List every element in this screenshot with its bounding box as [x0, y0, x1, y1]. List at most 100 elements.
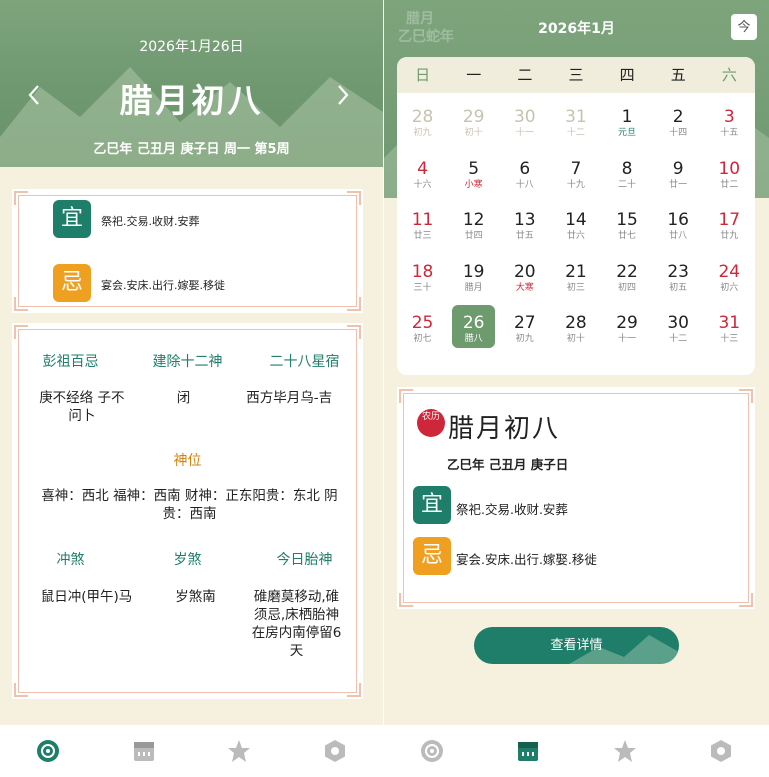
weekday-label: 四: [619, 66, 635, 84]
lunar-day: 十五: [720, 128, 739, 138]
lunar-day: 十六: [413, 179, 432, 190]
nongli-badge: 农历: [417, 409, 445, 437]
day-cell[interactable]: 23 初五: [653, 262, 704, 314]
day-grid: 28 初九 29 初十 30 十一 31 十二 1 元旦 2 十四 3 十五 4 十六 5 小寒 6 十八 7 十九 8 二十…: [397, 93, 755, 365]
lunar-day: 大寒: [515, 282, 534, 293]
day-number: 21: [565, 261, 587, 282]
bottom-nav: [384, 725, 769, 777]
day-cell[interactable]: 28 初九: [397, 107, 448, 159]
lunar-day: 廿四: [464, 231, 483, 242]
day-number: 31: [565, 107, 587, 127]
today-button[interactable]: 今: [731, 14, 757, 40]
day-cell[interactable]: 5 小寒: [448, 159, 499, 211]
day-cell[interactable]: 15 廿七: [602, 210, 653, 262]
day-cell[interactable]: 30 十二: [653, 313, 704, 365]
day-cell[interactable]: 11 廿三: [397, 210, 448, 262]
day-cell[interactable]: 3 十五: [704, 107, 755, 159]
month-calendar: 日一二三四五六 28 初九 29 初十 30 十一 31 十二 1 元旦 2 十四 3 十五 4 十六 5 小寒 6…: [397, 57, 755, 375]
lunar-day: 初五: [669, 282, 688, 293]
day-cell[interactable]: 13 廿五: [499, 210, 550, 262]
nav-calendar[interactable]: [96, 725, 192, 777]
day-cell[interactable]: 29 初十: [448, 107, 499, 159]
day-cell[interactable]: 1 元旦: [602, 107, 653, 159]
day-cell[interactable]: 24 初六: [704, 262, 755, 314]
day-cell[interactable]: 8 二十: [602, 159, 653, 211]
lunar-date-title: 腊月初八: [448, 414, 561, 444]
day-cell[interactable]: 20 大寒: [499, 262, 550, 314]
yi-ji-card: 宜 祭祀.交易.收财.安葬 忌 宴会.安床.出行.嫁娶.移徙: [12, 189, 363, 313]
view-details-button[interactable]: 查看详情: [474, 627, 679, 664]
day-cell[interactable]: 9 廿一: [653, 159, 704, 211]
next-day-button[interactable]: [333, 82, 353, 108]
day-cell[interactable]: 25 初七: [397, 313, 448, 365]
day-number: 27: [513, 313, 536, 334]
day-number: 29: [462, 107, 485, 127]
day-cell[interactable]: 27 初九: [499, 313, 550, 365]
pengzu-value: 庚不经络 子不问卜: [39, 390, 125, 424]
day-number: 20: [513, 261, 536, 282]
nav-star[interactable]: [577, 725, 673, 777]
lunar-day: 初六: [720, 282, 739, 293]
month-title: 2026年1月: [538, 21, 615, 37]
yi-badge: 宜: [53, 200, 91, 238]
day-cell[interactable]: 2 十四: [653, 107, 704, 159]
lunar-day: 廿二: [720, 179, 739, 190]
jianchu-value: 闭: [176, 390, 191, 406]
taishen-title: 今日胎神: [276, 552, 333, 568]
lunar-day: 初三: [566, 282, 585, 293]
lunar-day: 十九: [566, 179, 585, 190]
lunar-date-title: 腊月初八: [119, 81, 264, 120]
day-cell[interactable]: 31 十二: [550, 107, 601, 159]
lunar-day: 腊八: [464, 334, 483, 345]
hexagon-icon: [710, 740, 731, 762]
lunar-day: 初七: [413, 334, 432, 345]
lunar-day: 廿一: [669, 179, 688, 190]
lunar-day: 廿三: [413, 231, 432, 242]
hexagon-icon: [325, 740, 346, 762]
day-cell[interactable]: 7 十九: [550, 159, 601, 211]
nav-almanac[interactable]: [384, 725, 480, 777]
day-number: 24: [718, 261, 741, 282]
lunar-day: 小寒: [464, 179, 483, 190]
weekday-label: 二: [517, 66, 533, 84]
almanac-panel: 2026年1月26日 腊月初八 乙巳年 己丑月 庚子日 周一 第5周 宜 祭祀.…: [0, 0, 383, 777]
ji-badge: 忌: [53, 264, 91, 302]
nav-star[interactable]: [192, 725, 288, 777]
nav-calendar[interactable]: [480, 725, 576, 777]
lunar-day: 十一: [618, 334, 637, 345]
day-summary-card: 农历 腊月初八 乙巳年 己丑月 庚子日 宜 祭祀.交易.收财.安葬 忌 宴会.安…: [397, 387, 755, 609]
details-card: 彭祖百忌 建除十二神 二十八星宿 庚不经络 子不问卜 闭 西方毕月乌-吉 神位 …: [12, 323, 363, 699]
lunar-day: 初十: [464, 128, 483, 138]
day-number: 22: [616, 261, 638, 282]
day-cell[interactable]: 14 廿六: [550, 210, 601, 262]
day-number: 23: [667, 261, 689, 282]
day-cell[interactable]: 21 初三: [550, 262, 601, 314]
day-cell[interactable]: 6 十八: [499, 159, 550, 211]
day-cell[interactable]: 12 廿四: [448, 210, 499, 262]
day-cell[interactable]: 30 十一: [499, 107, 550, 159]
lunar-day: 元旦: [618, 128, 637, 138]
day-cell[interactable]: 28 初十: [550, 313, 601, 365]
almanac-icon: [421, 740, 444, 762]
day-number: 30: [513, 107, 536, 127]
day-cell[interactable]: 29 十一: [602, 313, 653, 365]
day-cell-selected[interactable]: 26 腊八: [448, 305, 499, 365]
day-cell[interactable]: 18 三十: [397, 262, 448, 314]
day-cell[interactable]: 22 初四: [602, 262, 653, 314]
day-cell[interactable]: 31 十三: [704, 313, 755, 365]
lunar-day: 腊月: [464, 282, 483, 293]
lunar-day: 初九: [413, 128, 432, 138]
weekday-label: 日: [415, 66, 431, 84]
day-number: 19: [462, 261, 485, 282]
day-number: 15: [616, 210, 638, 231]
day-cell[interactable]: 4 十六: [397, 159, 448, 211]
day-cell[interactable]: 16 廿八: [653, 210, 704, 262]
nav-settings[interactable]: [287, 725, 383, 777]
day-cell[interactable]: 17 廿九: [704, 210, 755, 262]
nav-settings[interactable]: [673, 725, 769, 777]
lunar-day: 二十: [618, 179, 637, 190]
nav-almanac[interactable]: [0, 725, 96, 777]
almanac-header: 2026年1月26日 腊月初八 乙巳年 己丑月 庚子日 周一 第5周: [0, 0, 383, 167]
day-cell[interactable]: 10 廿二: [704, 159, 755, 211]
lunar-day: 廿六: [566, 231, 585, 242]
